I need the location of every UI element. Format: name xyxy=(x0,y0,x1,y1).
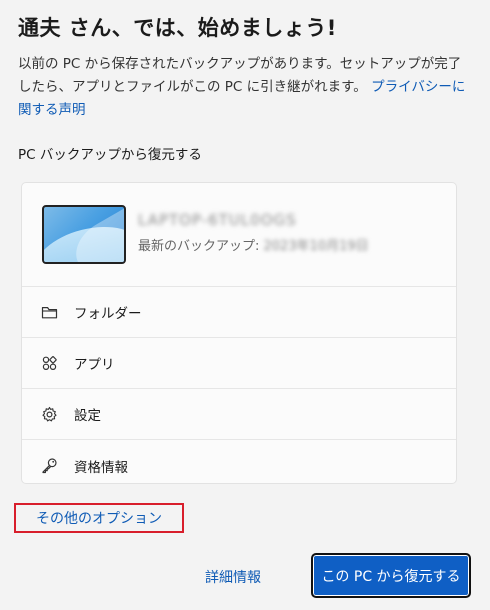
restore-from-pc-button[interactable]: この PC から復元する xyxy=(311,553,471,598)
backup-info: 最新のバックアップ: 2023年10月19日 xyxy=(138,235,369,254)
list-item-settings: 設定 xyxy=(22,389,456,440)
folder-icon xyxy=(41,304,58,321)
device-thumbnail xyxy=(42,205,126,264)
more-options-link[interactable]: その他のオプション xyxy=(14,503,184,533)
gear-icon xyxy=(41,406,58,423)
backup-label: 最新のバックアップ: xyxy=(138,239,264,254)
section-label: PC バックアップから復元する xyxy=(18,147,202,163)
device-summary: LAPTOP-6TUL0OGS 最新のバックアップ: 2023年10月19日 xyxy=(22,183,456,287)
key-icon xyxy=(41,457,58,474)
list-item-label: 設定 xyxy=(74,408,101,424)
list-item-label: フォルダー xyxy=(74,306,142,322)
list-item-apps: アプリ xyxy=(22,338,456,389)
list-item-folders: フォルダー xyxy=(22,287,456,338)
backup-date: 2023年10月19日 xyxy=(263,239,369,254)
details-link[interactable]: 詳細情報 xyxy=(205,567,261,587)
list-item-credentials: 資格情報 xyxy=(22,440,456,483)
device-name: LAPTOP-6TUL0OGS xyxy=(138,211,297,229)
intro-text: 以前の PC から保存されたバックアップがあります。セットアップが完了したら、ア… xyxy=(18,53,473,122)
backup-card: LAPTOP-6TUL0OGS 最新のバックアップ: 2023年10月19日 フ… xyxy=(21,182,457,484)
apps-icon xyxy=(41,355,58,372)
list-item-label: 資格情報 xyxy=(74,459,128,476)
list-item-label: アプリ xyxy=(74,357,115,373)
page-title: 通夫 さん、では、始めましょう! xyxy=(18,16,337,40)
